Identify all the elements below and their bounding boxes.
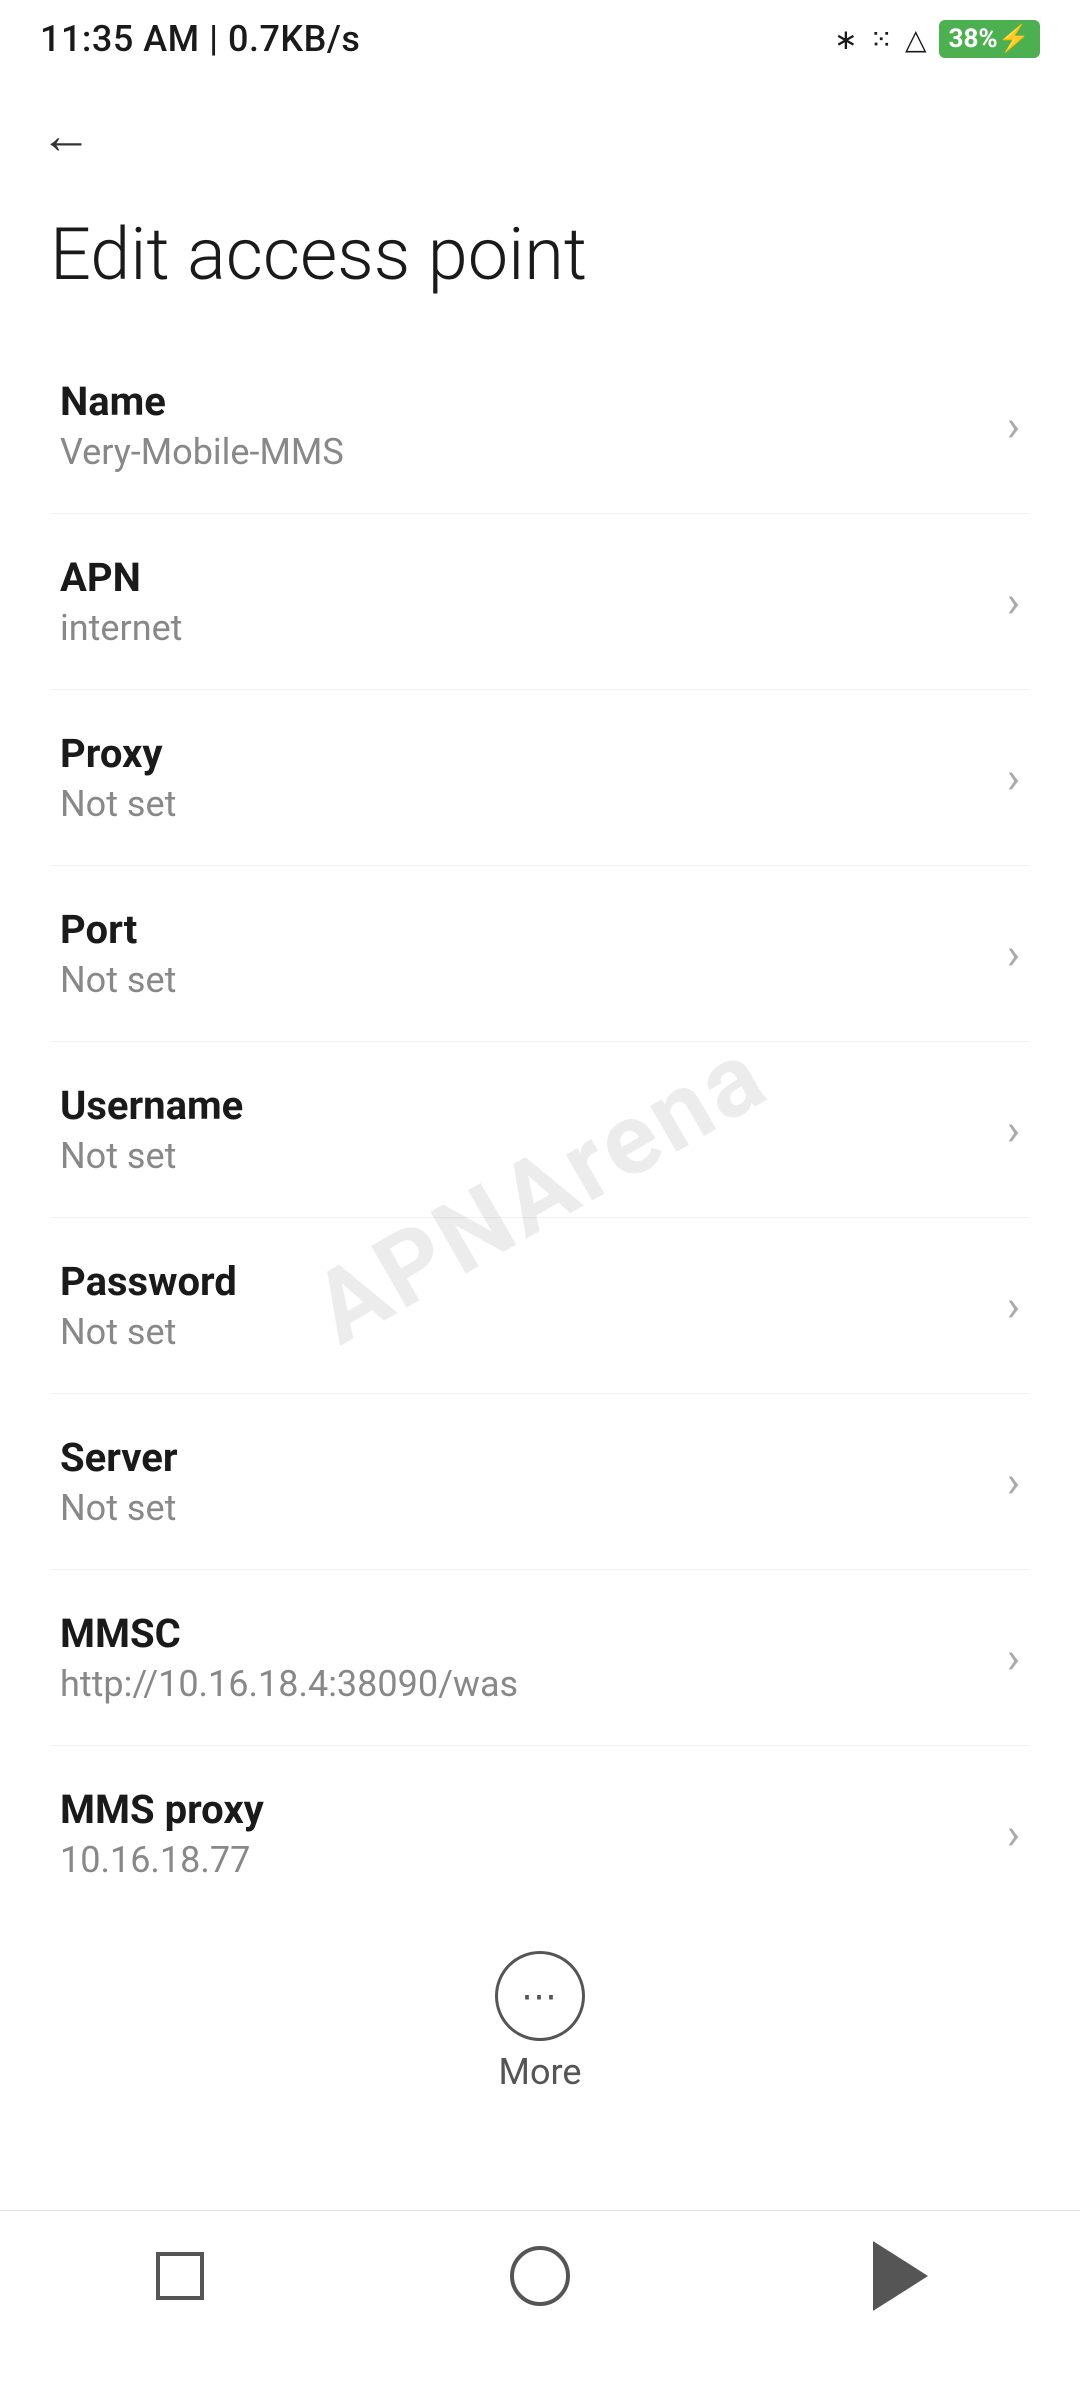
settings-item-server-content: Server Not set [60, 1434, 987, 1529]
settings-item-name-value: Very-Mobile-MMS [60, 431, 987, 473]
settings-item-mmsc-label: MMSC [60, 1610, 987, 1657]
settings-item-mms-proxy-value: 10.16.18.77 [60, 1839, 987, 1881]
settings-item-name[interactable]: Name Very-Mobile-MMS › [50, 338, 1030, 514]
page-title: Edit access point [0, 182, 1080, 338]
chevron-icon-proxy: › [1007, 752, 1020, 804]
settings-item-password-label: Password [60, 1258, 987, 1305]
settings-item-mmsc[interactable]: MMSC http://10.16.18.4:38090/was › [50, 1570, 1030, 1746]
status-icons: ∗ ⁙ △ 38 % ⚡ [834, 20, 1040, 58]
nav-back-button[interactable] [840, 2236, 960, 2316]
nav-bar [0, 2210, 1080, 2340]
settings-item-mms-proxy-content: MMS proxy 10.16.18.77 [60, 1786, 987, 1881]
settings-item-password[interactable]: Password Not set › [50, 1218, 1030, 1394]
more-circle-icon: ⋯ [495, 1951, 585, 2041]
top-nav: ← [0, 70, 1080, 182]
settings-item-apn-content: APN internet [60, 554, 987, 649]
settings-item-server-value: Not set [60, 1487, 987, 1529]
settings-item-proxy-label: Proxy [60, 730, 987, 777]
settings-item-username[interactable]: Username Not set › [50, 1042, 1030, 1218]
settings-item-mmsc-content: MMSC http://10.16.18.4:38090/was [60, 1610, 987, 1705]
nav-home-button[interactable] [480, 2236, 600, 2316]
settings-item-username-label: Username [60, 1082, 987, 1129]
chevron-icon-port: › [1007, 928, 1020, 980]
chevron-icon-password: › [1007, 1280, 1020, 1332]
settings-item-apn-value: internet [60, 607, 987, 649]
settings-item-mms-proxy-label: MMS proxy [60, 1786, 987, 1833]
settings-item-mmsc-value: http://10.16.18.4:38090/was [60, 1663, 987, 1705]
charging-icon: ⚡ [998, 24, 1030, 54]
settings-item-name-content: Name Very-Mobile-MMS [60, 378, 987, 473]
settings-item-proxy-content: Proxy Not set [60, 730, 987, 825]
status-time: 11:35 AM | 0.7KB/s [40, 18, 360, 60]
settings-item-mms-proxy[interactable]: MMS proxy 10.16.18.77 › [50, 1746, 1030, 1921]
settings-item-name-label: Name [60, 378, 987, 425]
back-button[interactable]: ← [30, 100, 102, 172]
chevron-icon-username: › [1007, 1104, 1020, 1156]
settings-item-apn-label: APN [60, 554, 987, 601]
signal-icon: ⁙ [870, 23, 893, 56]
wifi-icon: △ [905, 23, 927, 56]
chevron-icon-mms-proxy: › [1007, 1808, 1020, 1860]
settings-item-password-value: Not set [60, 1311, 987, 1353]
settings-item-username-content: Username Not set [60, 1082, 987, 1177]
settings-item-server[interactable]: Server Not set › [50, 1394, 1030, 1570]
settings-item-port-value: Not set [60, 959, 987, 1001]
back-arrow-icon: ← [40, 107, 92, 165]
settings-item-password-content: Password Not set [60, 1258, 987, 1353]
settings-item-proxy-value: Not set [60, 783, 987, 825]
home-icon [510, 2246, 570, 2306]
settings-item-port[interactable]: Port Not set › [50, 866, 1030, 1042]
recents-icon [156, 2252, 204, 2300]
chevron-icon-name: › [1007, 400, 1020, 452]
chevron-icon-server: › [1007, 1456, 1020, 1508]
chevron-icon-mmsc: › [1007, 1632, 1020, 1684]
back-icon [873, 2241, 928, 2311]
battery-percent: % [978, 24, 997, 54]
settings-item-proxy[interactable]: Proxy Not set › [50, 690, 1030, 866]
more-label: More [499, 2051, 582, 2093]
battery-level: 38 [949, 24, 979, 54]
settings-item-server-label: Server [60, 1434, 987, 1481]
settings-item-username-value: Not set [60, 1135, 987, 1177]
battery-indicator: 38 % ⚡ [939, 20, 1040, 58]
bluetooth-icon: ∗ [834, 23, 857, 56]
nav-recents-button[interactable] [120, 2236, 240, 2316]
status-bar: 11:35 AM | 0.7KB/s ∗ ⁙ △ 38 % ⚡ [0, 0, 1080, 70]
settings-item-apn[interactable]: APN internet › [50, 514, 1030, 690]
chevron-icon-apn: › [1007, 576, 1020, 628]
more-button[interactable]: ⋯ More [0, 1921, 1080, 2113]
more-dots-icon: ⋯ [521, 1978, 559, 2014]
settings-item-port-label: Port [60, 906, 987, 953]
settings-list: Name Very-Mobile-MMS › APN internet › Pr… [0, 338, 1080, 1921]
settings-item-port-content: Port Not set [60, 906, 987, 1001]
